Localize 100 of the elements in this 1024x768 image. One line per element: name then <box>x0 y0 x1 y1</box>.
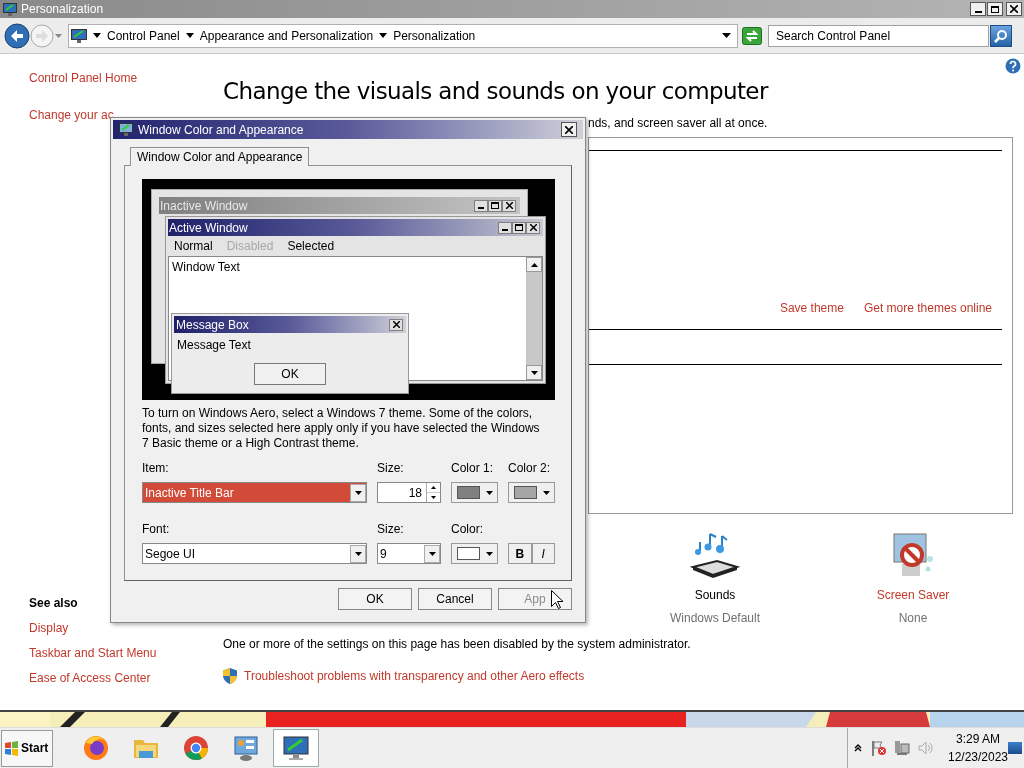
breadcrumb[interactable]: Appearance and Personalization <box>199 26 374 45</box>
close-icon <box>505 202 513 209</box>
address-field[interactable]: Control Panel Appearance and Personalization Personalization <box>68 23 738 48</box>
theme-link[interactable]: Save theme <box>779 299 844 317</box>
window-title: Active Window <box>169 219 248 237</box>
theme-link[interactable]: Get more themes online <box>863 299 992 317</box>
down-arrow-icon <box>431 496 436 499</box>
caret-icon <box>485 490 493 495</box>
bold-button[interactable]: B <box>508 543 532 564</box>
color-button[interactable] <box>508 482 555 503</box>
monitor-icon <box>71 28 87 43</box>
close-button[interactable] <box>502 199 516 212</box>
monitor-icon <box>3 2 17 16</box>
color-button[interactable] <box>451 543 498 564</box>
caret-icon <box>354 551 362 556</box>
setting-value: None <box>898 610 928 627</box>
caret-icon <box>428 551 436 556</box>
up-arrow-icon <box>530 262 538 267</box>
back-icon[interactable] <box>4 22 30 49</box>
dialog-button[interactable]: Cancel <box>418 588 492 610</box>
page-heading: Change the visuals and sounds on your computer <box>223 78 770 104</box>
chevron-icon[interactable] <box>854 744 862 752</box>
monitor-icon <box>119 123 133 136</box>
close-icon <box>1010 5 1018 13</box>
sidebar-link[interactable]: Control Panel Home <box>29 69 223 87</box>
start-button[interactable]: Start <box>1 729 53 767</box>
caret-icon[interactable] <box>185 33 194 38</box>
window-text: Window Text <box>171 259 240 276</box>
window-title: Message Box <box>176 316 249 334</box>
setting-link[interactable]: Screen Saver <box>876 586 950 604</box>
size-spinner[interactable]: 18 <box>377 482 441 503</box>
monitor-icon <box>281 733 311 763</box>
clock-time[interactable]: 3:29 AM <box>955 730 1000 748</box>
caret-icon <box>354 490 362 495</box>
search-field[interactable]: Search Control Panel <box>768 24 989 47</box>
restore-button[interactable] <box>987 2 1003 16</box>
sidebar-link[interactable]: Display <box>29 619 223 637</box>
field-label: Color 2: <box>508 460 552 477</box>
sidebar-link[interactable]: Ease of Access Center <box>29 669 223 687</box>
close-icon <box>565 125 573 134</box>
browser-icon <box>181 733 211 763</box>
ok-button[interactable]: OK <box>254 363 326 385</box>
maximize-button[interactable] <box>512 221 526 234</box>
field-label: Color: <box>451 522 483 536</box>
control-panel-icon <box>231 733 261 763</box>
network-icon[interactable] <box>894 740 910 756</box>
breadcrumb[interactable]: Control Panel <box>107 26 180 45</box>
mouse-cursor-icon <box>551 590 563 609</box>
field-label: Item: <box>142 460 170 477</box>
refresh-icon[interactable] <box>742 26 762 45</box>
caret-icon <box>485 551 493 556</box>
search-icon <box>994 28 1008 43</box>
close-button[interactable] <box>389 318 403 331</box>
menu-item: Disabled <box>226 238 274 255</box>
message-text: Message Text <box>176 337 252 354</box>
troubleshoot-link[interactable]: Troubleshoot problems with transparency and other Aero effects <box>244 667 585 685</box>
close-button[interactable] <box>1006 2 1022 16</box>
minimize-button[interactable] <box>474 199 488 212</box>
browser-icon <box>81 733 111 763</box>
caret-icon[interactable] <box>379 33 388 38</box>
caret-icon[interactable] <box>93 33 101 38</box>
close-button[interactable] <box>526 221 540 234</box>
close-button[interactable] <box>561 122 577 137</box>
font-size-dropdown[interactable]: 9 <box>377 543 441 564</box>
dialog-button[interactable]: OK <box>338 588 412 610</box>
sidebar-link[interactable]: Taskbar and Start Menu <box>29 644 223 662</box>
notice-text: One or more of the settings on this page has been disabled by the system administrator. <box>223 636 692 653</box>
field-label: Size: <box>377 522 404 536</box>
field-label: Size: <box>377 460 405 477</box>
close-icon <box>529 224 537 231</box>
window-title: Personalization <box>21 1 104 18</box>
setting-link[interactable]: Sounds <box>694 586 736 604</box>
help-icon[interactable] <box>1005 58 1021 74</box>
item-dropdown[interactable]: Inactive Title Bar <box>142 482 367 503</box>
music-keyboard-icon <box>690 531 740 581</box>
see-also-heading: See also <box>29 595 79 612</box>
maximize-button[interactable] <box>488 199 502 212</box>
minimize-button[interactable] <box>498 221 512 234</box>
search-button[interactable] <box>990 24 1012 47</box>
window-title: Inactive Window <box>160 197 248 215</box>
color-button[interactable] <box>451 482 498 503</box>
dialog-tab[interactable]: Window Color and Appearance <box>130 147 310 166</box>
setting-value: Windows Default <box>669 610 760 627</box>
description-text: To turn on Windows Aero, select a Windows 7 theme. Some of the colors, fonts, and sizes selected here apply only if you have selected the Windows 7 Basic theme or a High Contrast theme. <box>142 406 541 451</box>
caret-icon <box>542 490 550 495</box>
windows-logo-icon <box>4 740 19 756</box>
dialog-title: Window Color and Appearance <box>138 121 304 139</box>
taskbar-button[interactable] <box>273 729 319 767</box>
italic-button[interactable]: I <box>531 543 555 564</box>
minimize-button[interactable] <box>970 2 986 16</box>
shield-icon <box>223 668 237 684</box>
font-dropdown[interactable]: Segoe UI <box>142 543 367 564</box>
field-label: Color 1: <box>451 460 495 477</box>
close-icon <box>392 321 400 328</box>
clock-date[interactable]: 12/23/2023 <box>947 748 1008 766</box>
dropdown-icon[interactable] <box>722 33 731 38</box>
flag-icon[interactable] <box>871 740 887 756</box>
breadcrumb[interactable]: Personalization <box>393 26 476 45</box>
up-arrow-icon <box>431 486 436 489</box>
field-label: Font: <box>142 522 170 536</box>
